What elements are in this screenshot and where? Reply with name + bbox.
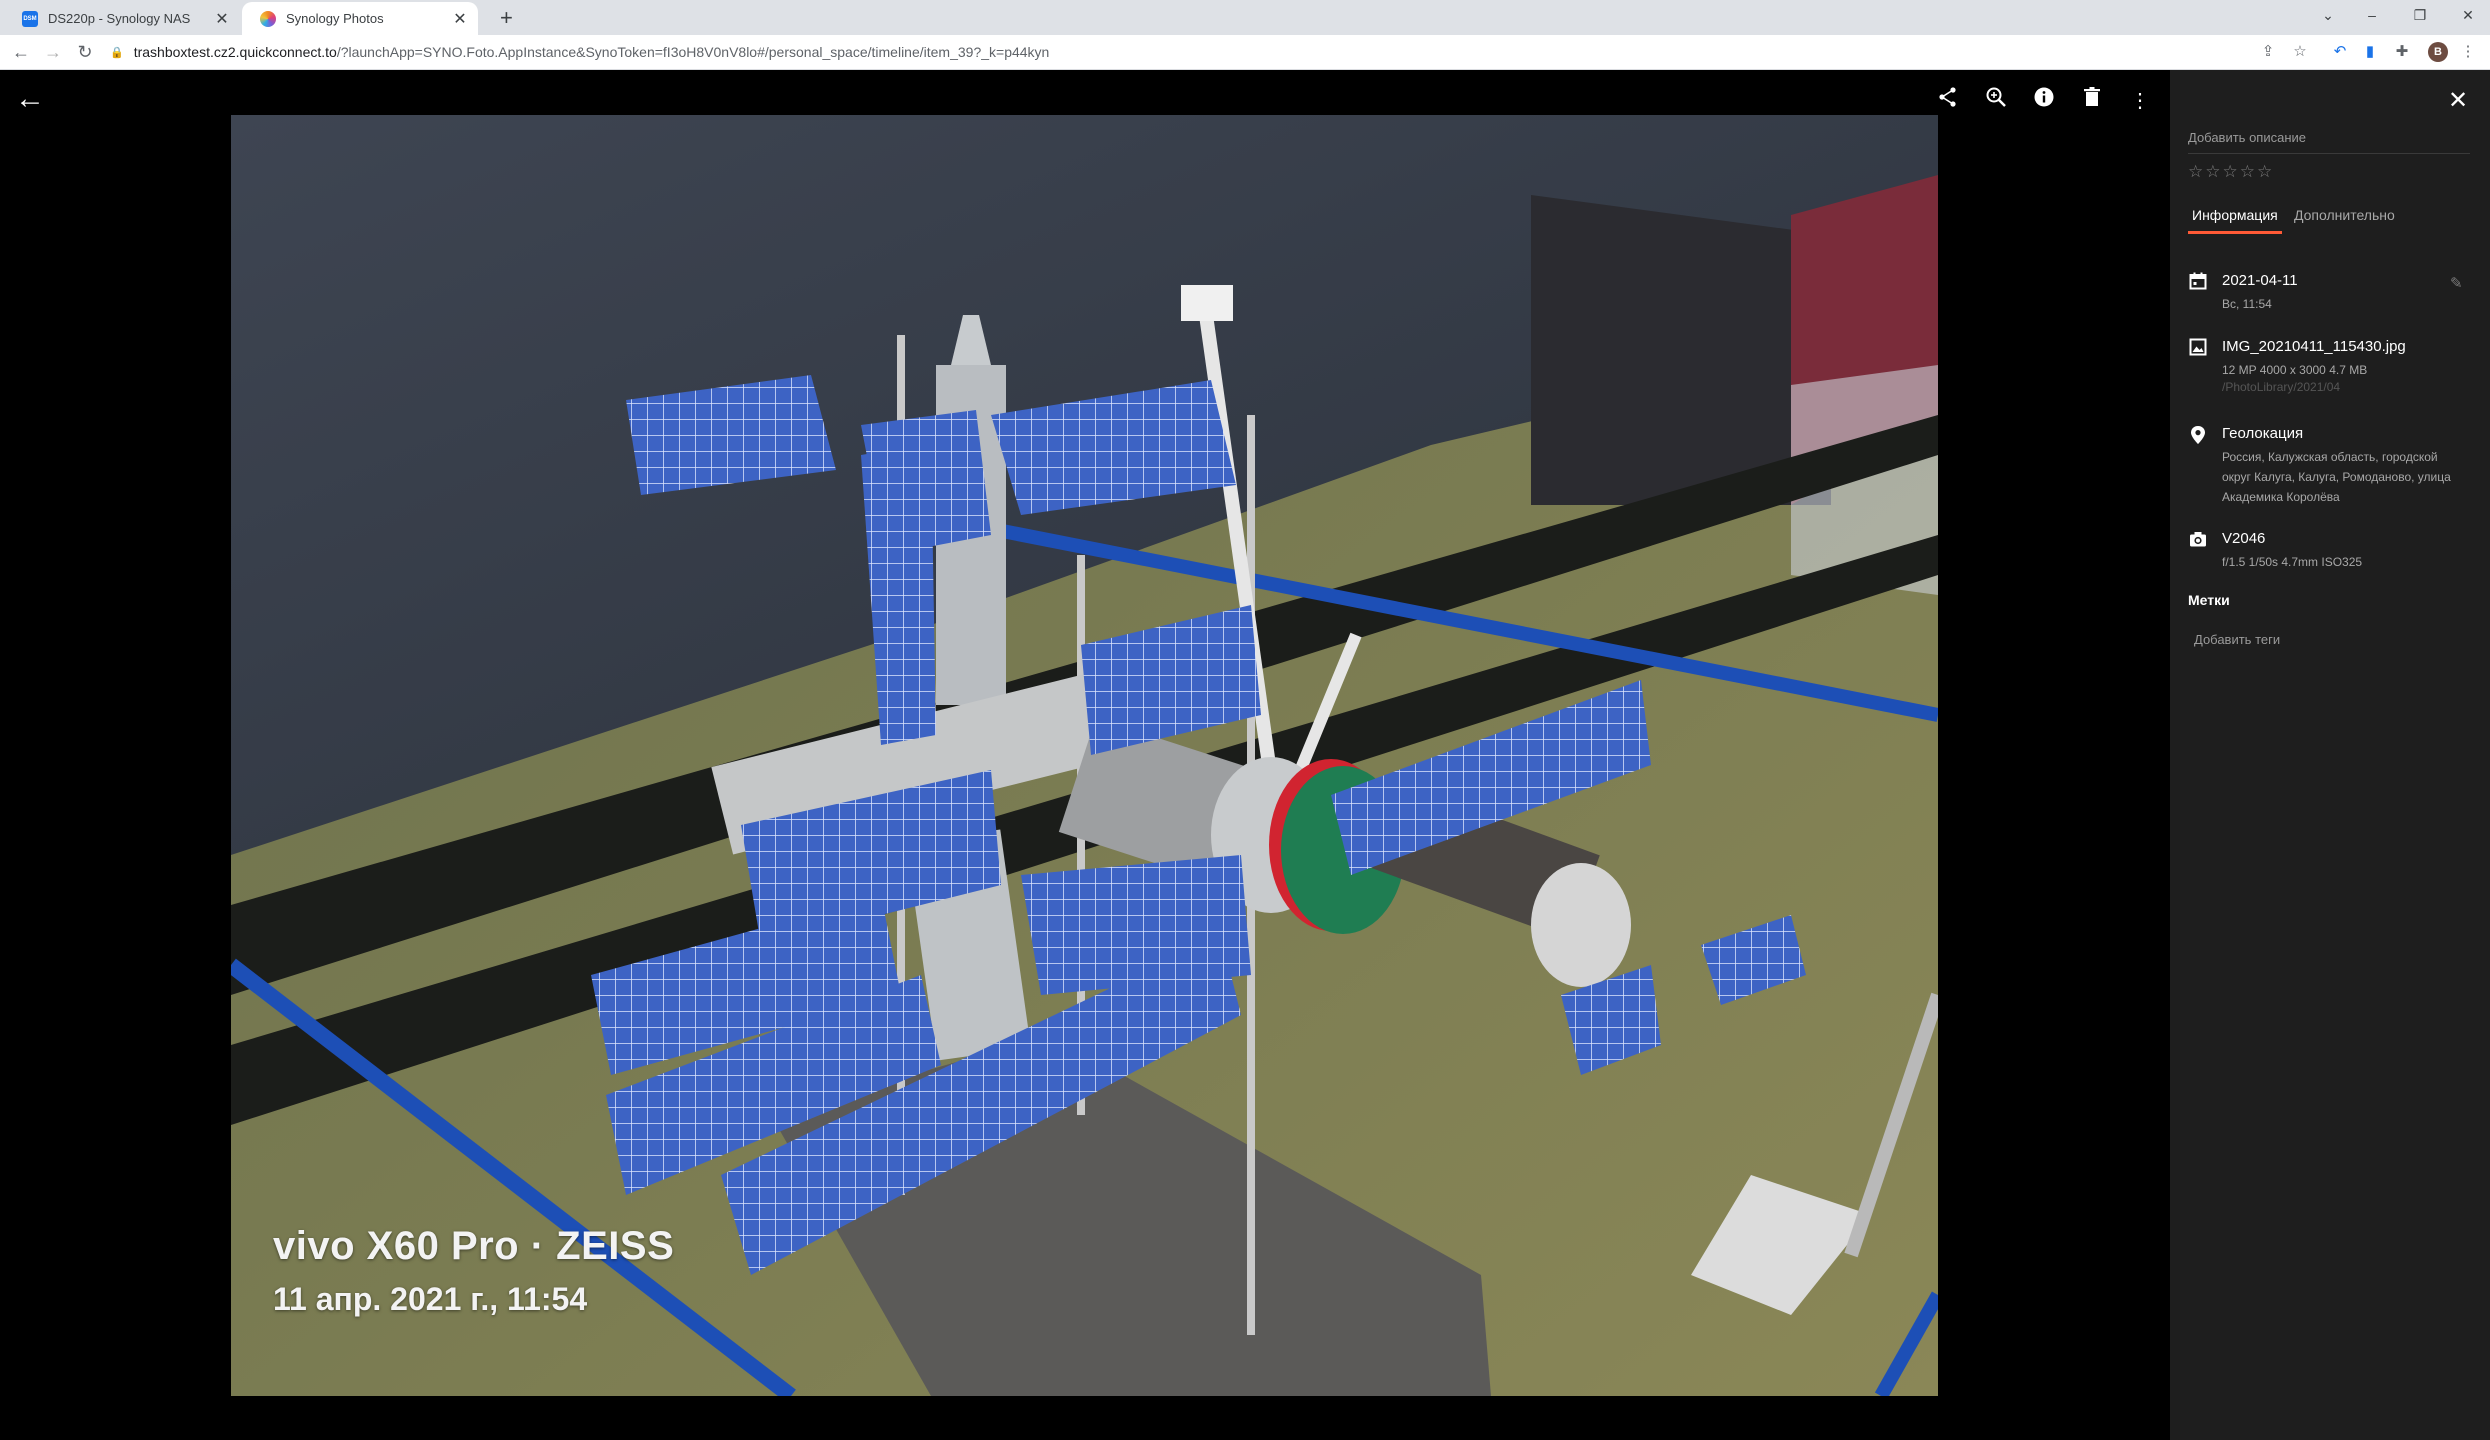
share-page-icon[interactable]: ⇪ xyxy=(2258,42,2278,62)
image-file-icon xyxy=(2188,338,2208,358)
browser-tab-strip: DSM DS220p - Synology NAS ✕ Synology Pho… xyxy=(0,0,2490,35)
photo-viewer: ← ⋮ vivo X60 Pro · ZEISS 11 апр. 2021 г.… xyxy=(0,70,2170,1440)
info-panel: ✕ Добавить описание ☆☆☆☆☆ Информация Доп… xyxy=(2170,70,2490,1440)
tags-heading: Метки xyxy=(2188,592,2230,608)
info-icon[interactable] xyxy=(2029,86,2059,116)
close-icon[interactable]: ✕ xyxy=(450,9,470,29)
rating-stars: ☆☆☆☆☆ xyxy=(2188,162,2274,182)
file-path: /PhotoLibrary/2021/04 xyxy=(2222,380,2341,394)
puzzle-extensions-icon[interactable]: ✚ xyxy=(2392,42,2412,62)
new-tab-button[interactable]: + xyxy=(500,5,513,31)
url-path: /?launchApp=SYNO.Foto.AppInstance&SynoTo… xyxy=(336,44,1050,60)
date-value: 2021-04-11 xyxy=(2222,272,2298,289)
tab-search-icon[interactable]: ⌄ xyxy=(2306,0,2350,35)
add-tags-field[interactable]: Добавить теги xyxy=(2194,632,2280,647)
file-details: 12 MP 4000 x 3000 4.7 MB xyxy=(2222,363,2368,377)
restore-button[interactable]: ❐ xyxy=(2398,0,2442,35)
tab-information[interactable]: Информация xyxy=(2188,207,2282,234)
camera-watermark-model: vivo X60 Pro · ZEISS xyxy=(273,1224,675,1268)
browser-toolbar: ← → ↻ 🔒 trashboxtest.cz2.quickconnect.to… xyxy=(0,35,2490,70)
more-options-icon[interactable]: ⋮ xyxy=(2125,86,2155,116)
star-icon[interactable]: ☆ xyxy=(2240,162,2257,181)
lock-icon: 🔒 xyxy=(110,46,124,59)
description-field[interactable]: Добавить описание xyxy=(2188,130,2470,154)
synology-photos-icon xyxy=(260,10,276,27)
back-arrow-icon[interactable]: ← xyxy=(8,39,34,65)
profile-avatar[interactable]: B xyxy=(2428,42,2448,62)
tab-synology-nas[interactable]: DSM DS220p - Synology NAS ✕ xyxy=(4,2,240,35)
close-icon[interactable]: ✕ xyxy=(212,9,232,29)
tab-additional[interactable]: Дополнительно xyxy=(2290,207,2399,231)
extension-undo-icon[interactable]: ↶ xyxy=(2330,42,2350,62)
reload-icon[interactable]: ↻ xyxy=(72,39,98,65)
file-name: IMG_20210411_115430.jpg xyxy=(2222,338,2406,355)
dsm-icon: DSM xyxy=(22,10,38,27)
location-address: Россия, Калужская область, городской окр… xyxy=(2222,450,2451,504)
photo-image: vivo X60 Pro · ZEISS 11 апр. 2021 г., 11… xyxy=(231,115,1938,1396)
space-station-model-photo xyxy=(231,115,1938,1396)
star-icon[interactable]: ☆ xyxy=(2257,162,2274,181)
forward-arrow-icon[interactable]: → xyxy=(40,39,66,65)
camera-exif: f/1.5 1/50s 4.7mm ISO325 xyxy=(2222,555,2363,569)
share-icon[interactable] xyxy=(1933,86,1963,116)
edit-pencil-icon[interactable]: ✎ xyxy=(2450,274,2463,292)
minimize-button[interactable]: – xyxy=(2350,0,2394,35)
panel-tabs: Информация Дополнительно xyxy=(2188,207,2470,235)
close-icon[interactable]: ✕ xyxy=(2448,86,2468,115)
camera-model: V2046 xyxy=(2222,530,2266,547)
camera-icon xyxy=(2188,530,2208,550)
address-bar[interactable]: 🔒 trashboxtest.cz2.quickconnect.to/?laun… xyxy=(110,39,2270,65)
tab-label: Synology Photos xyxy=(286,11,384,26)
bookmark-star-icon[interactable]: ☆ xyxy=(2290,42,2310,62)
back-arrow-icon[interactable]: ← xyxy=(14,84,46,116)
tab-synology-photos[interactable]: Synology Photos ✕ xyxy=(242,2,478,35)
url-host: trashboxtest.cz2.quickconnect.to xyxy=(133,44,337,60)
kebab-menu-icon[interactable]: ⋮ xyxy=(2458,42,2478,62)
extension-icon[interactable]: ▮ xyxy=(2360,42,2380,62)
calendar-icon xyxy=(2188,272,2208,292)
delete-trash-icon[interactable] xyxy=(2077,86,2107,116)
star-icon[interactable]: ☆ xyxy=(2223,162,2240,181)
location-pin-icon xyxy=(2188,425,2208,445)
zoom-in-icon[interactable] xyxy=(1981,86,2011,116)
window-close-button[interactable]: ✕ xyxy=(2446,0,2490,35)
date-weekday-time: Вс, 11:54 xyxy=(2222,297,2272,311)
star-icon[interactable]: ☆ xyxy=(2188,162,2205,181)
camera-watermark-date: 11 апр. 2021 г., 11:54 xyxy=(273,1281,588,1317)
star-icon[interactable]: ☆ xyxy=(2205,162,2222,181)
tab-label: DS220p - Synology NAS xyxy=(48,11,191,26)
location-title: Геолокация xyxy=(2222,425,2304,442)
